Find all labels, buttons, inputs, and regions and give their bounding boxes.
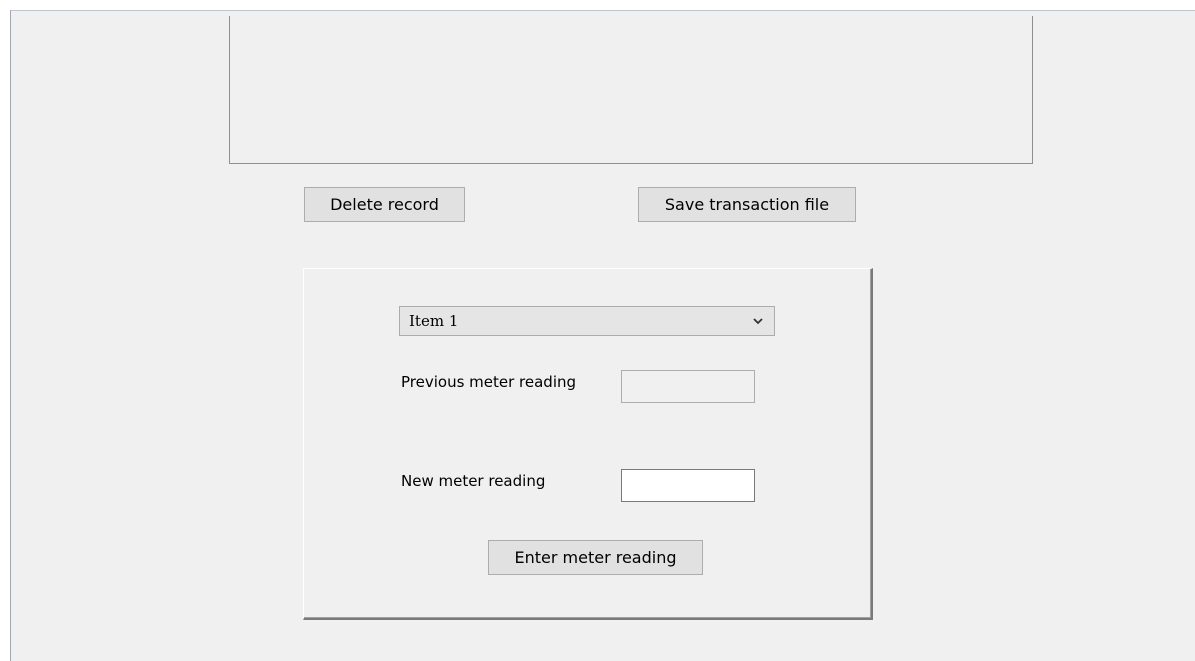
- delete-record-button[interactable]: Delete record: [304, 187, 465, 222]
- item-select[interactable]: Item 1: [399, 306, 775, 336]
- app-window: Delete record Save transaction file Item…: [0, 0, 1195, 661]
- chevron-down-icon: [753, 318, 763, 325]
- form-client-area: Delete record Save transaction file Item…: [10, 10, 1195, 661]
- new-meter-reading-field[interactable]: [621, 469, 755, 502]
- save-transaction-file-button[interactable]: Save transaction file: [638, 187, 856, 222]
- previous-meter-reading-label: Previous meter reading: [401, 373, 577, 391]
- previous-meter-reading-field[interactable]: [621, 370, 755, 403]
- enter-meter-reading-button[interactable]: Enter meter reading: [488, 540, 703, 575]
- new-meter-reading-label: New meter reading: [401, 472, 546, 490]
- meter-reading-panel: Item 1 Previous meter reading New meter …: [303, 268, 873, 620]
- item-select-value: Item 1: [409, 312, 459, 330]
- records-list[interactable]: [229, 16, 1033, 164]
